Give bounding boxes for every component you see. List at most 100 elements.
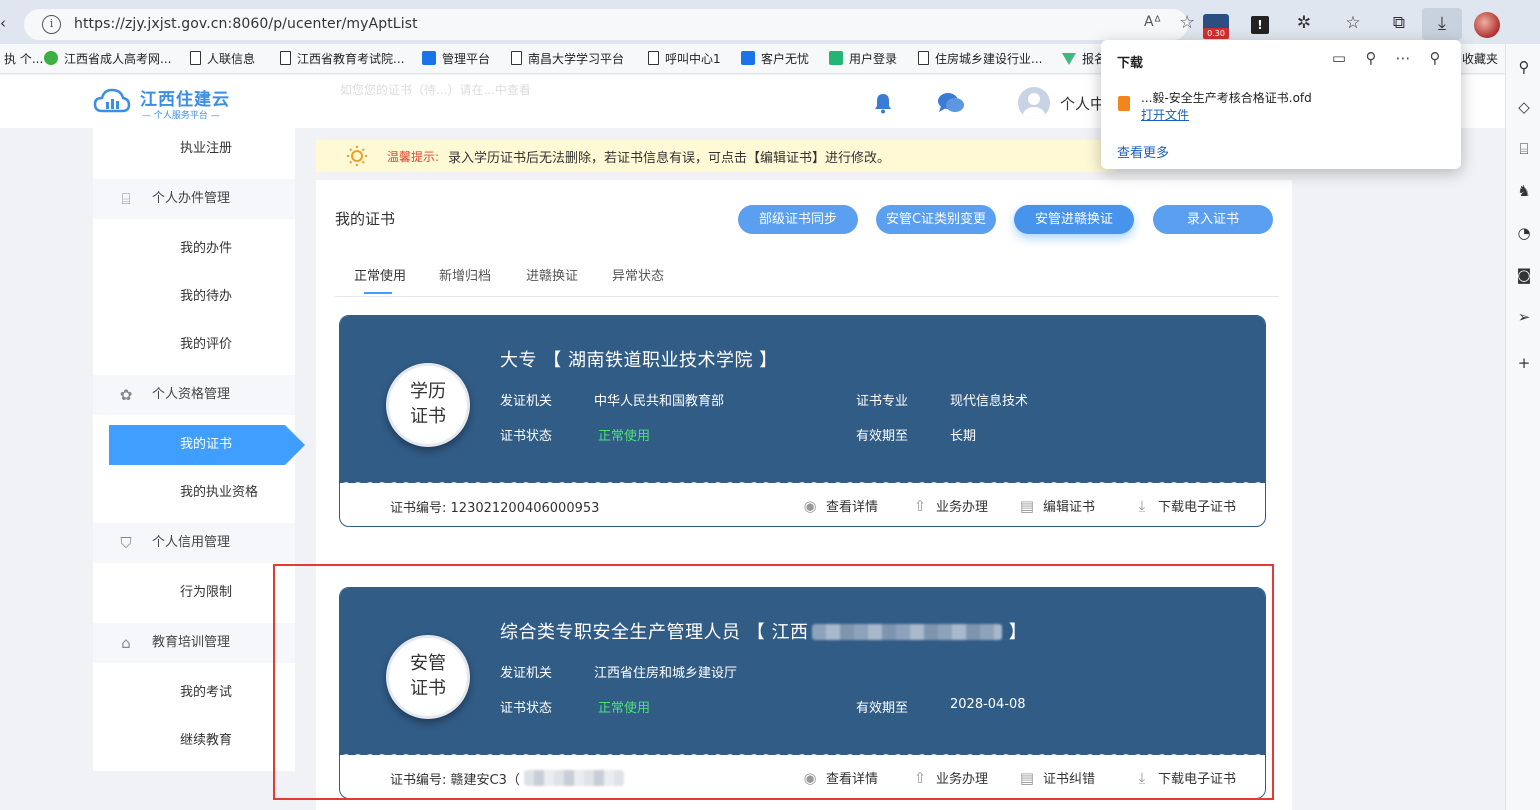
menu-group-qualification[interactable]: ✿ 个人资格管理 [93,375,295,415]
favorites-icon[interactable]: ☆ [1340,10,1366,36]
tab-abnormal[interactable]: 异常状态 [612,265,664,284]
user-center-label[interactable]: 个人中 [1060,93,1105,114]
extensions-puzzle-icon[interactable]: ✲ [1291,10,1317,36]
bookmark-item[interactable]: 客户无忧 [741,50,809,68]
badge-text: 学历 证书 [410,381,446,427]
send-icon[interactable]: ➢ [1514,308,1534,326]
menu-group-credit[interactable]: ⛉ 个人信用管理 [93,523,295,563]
open-file-link[interactable]: 打开文件 [1141,106,1189,123]
shield-icon: ⛉ [120,534,132,552]
collections-icon[interactable]: ⧉ [1386,10,1412,36]
valid-until-label: 有效期至 [856,429,909,444]
view-details-button[interactable]: ◉ 查看详情 [800,496,878,515]
pin-icon[interactable]: ⚲ [1424,49,1446,67]
folder-icon[interactable]: ▭ [1328,49,1350,67]
logo-title[interactable]: 江西住建云 [140,85,230,110]
search-icon[interactable]: ⚲ [1514,58,1534,76]
edit-doc-icon: ▤ [1019,769,1035,787]
add-favorite-icon[interactable]: ☆ [1179,12,1195,33]
bookmark-item[interactable]: 呼叫中心1 [648,50,721,68]
download-icon: ⤓ [1138,497,1146,515]
menu-item-my-todo[interactable]: 我的待办 [93,277,295,317]
bookmark-item[interactable]: 人联信息 [190,50,255,68]
back-icon[interactable]: ‹ [0,14,6,32]
transfer-certificate-button[interactable]: 安管进赣换证 [1014,205,1134,234]
download-file-name: ...毅-安全生产考核合格证书.ofd [1141,91,1312,105]
download-certificate-button[interactable]: ⤓ 下载电子证书 [1132,768,1236,787]
tag-icon[interactable]: ◇ [1514,98,1534,116]
browser-toolbar: ‹ i https://zjy.jxjst.gov.cn:8060/p/ucen… [0,0,1540,44]
menu-item-registration[interactable]: 执业注册 [93,129,295,169]
menu-item-my-practice[interactable]: 我的执业资格 [93,473,295,513]
card-body [340,316,1265,483]
issuer-label: 发证机关 [500,666,553,681]
correct-certificate-button[interactable]: ▤ 证书纠错 [1017,768,1095,787]
notice-text: 录入学历证书后无法删除，若证书信息有误，可点击【编辑证书】进行修改。 [448,151,891,166]
page-icon [511,51,522,65]
extension-black-icon[interactable]: ! [1251,16,1269,34]
url-text[interactable]: https://zjy.jxjst.gov.cn:8060/p/ucenter/… [74,16,418,32]
extension-badge: 0.30 [1203,28,1229,39]
graduation-cap-icon: ⌂ [121,634,131,652]
bookmark-item[interactable]: 南昌大学学习平台 [511,50,624,68]
outlook-icon[interactable]: ◙ [1514,266,1534,284]
bookmark-item[interactable]: 江西省成人高考网... [44,50,171,68]
read-aloud-icon[interactable]: Aᐞ [1144,14,1161,30]
issuer-label: 发证机关 [500,394,553,409]
menu-item-continuing-ed[interactable]: 继续教育 [93,721,295,761]
bookmark-item[interactable]: 住房城乡建设行业... [918,50,1042,68]
tab-transfer[interactable]: 进赣换证 [526,265,578,284]
add-certificate-button[interactable]: 录入证书 [1153,205,1273,234]
certificate-card: 学历 证书 大专 【 湖南铁道职业技术学院 】 发证机关 中华人民共和国教育部 … [339,315,1266,527]
menu-item-my-tasks[interactable]: 我的办件 [93,229,295,269]
business-handling-button[interactable]: ⇧ 业务办理 [910,496,988,515]
certificate-number: 证书编号: 赣建安C3（ [390,769,624,788]
bookmark-item[interactable]: 报名 [1062,50,1106,68]
certificate-card: 安管 证书 综合类专职安全生产管理人员 【 江西 】 发证机关 江西省住房和城乡… [339,587,1266,799]
bookmark-item[interactable]: 用户登录 [829,50,897,68]
profile-avatar[interactable] [1474,12,1500,38]
major-label: 证书专业 [856,394,909,409]
certificate-type-badge: 学历 证书 [386,363,470,447]
badge-text: 安管 证书 [410,653,446,699]
add-icon[interactable]: + [1514,354,1534,372]
change-c-category-button[interactable]: 安管C证类别变更 [876,205,996,234]
toolbox-icon[interactable]: ⌸ [1514,140,1534,158]
view-details-button[interactable]: ◉ 查看详情 [800,768,878,787]
site-info-icon[interactable]: i [42,15,61,34]
tab-archived[interactable]: 新增归档 [439,265,491,284]
edit-certificate-button[interactable]: ▤ 编辑证书 [1017,496,1095,515]
bookmark-item[interactable]: 江西省教育考试院... [280,50,404,68]
menu-group-education[interactable]: ⌂ 教育培训管理 [93,623,295,663]
more-options-icon[interactable]: ⋯ [1392,49,1414,67]
menu-item-my-certificates[interactable]: 我的证书 [109,425,305,465]
bell-icon[interactable] [872,92,894,114]
certificate-number: 证书编号: 123021200406000953 [390,501,600,516]
download-certificate-button[interactable]: ⤓ 下载电子证书 [1132,496,1236,515]
search-icon[interactable]: ⚲ [1360,49,1382,67]
see-more-link[interactable]: 查看更多 [1117,142,1169,161]
address-bar[interactable]: i https://zjy.jxjst.gov.cn:8060/p/ucente… [24,9,1195,40]
status-value: 正常使用 [598,701,651,716]
card-scallop-edge [340,748,1265,760]
bookmark-item[interactable]: 收藏夹 [1462,50,1498,68]
certificate-title: 大专 【 湖南铁道职业技术学院 】 [500,350,778,371]
menu-item-my-exams[interactable]: 我的考试 [93,673,295,713]
tab-normal[interactable]: 正常使用 [354,265,406,284]
valid-until-label: 有效期至 [856,701,909,716]
menu-item-restrictions[interactable]: 行为限制 [93,573,295,613]
sync-certificates-button[interactable]: 部级证书同步 [738,205,858,234]
downloads-icon[interactable]: ⤓ [1422,8,1462,40]
menu-group-tasks[interactable]: ⌸ 个人办件管理 [93,179,295,219]
file-icon [1118,96,1130,111]
games-icon[interactable]: ♞ [1514,182,1534,200]
office-icon[interactable]: ◔ [1514,224,1534,242]
business-handling-button[interactable]: ⇧ 业务办理 [910,768,988,787]
user-avatar[interactable] [1018,87,1050,119]
bookmark-item[interactable]: 执 个... [4,50,43,68]
bookmark-item[interactable]: 管理平台 [422,50,490,68]
extension-counter-icon[interactable]: 0.30 [1203,14,1229,39]
chat-icon[interactable] [937,91,965,115]
menu-item-my-reviews[interactable]: 我的评价 [93,325,295,365]
award-icon: ✿ [119,386,133,404]
